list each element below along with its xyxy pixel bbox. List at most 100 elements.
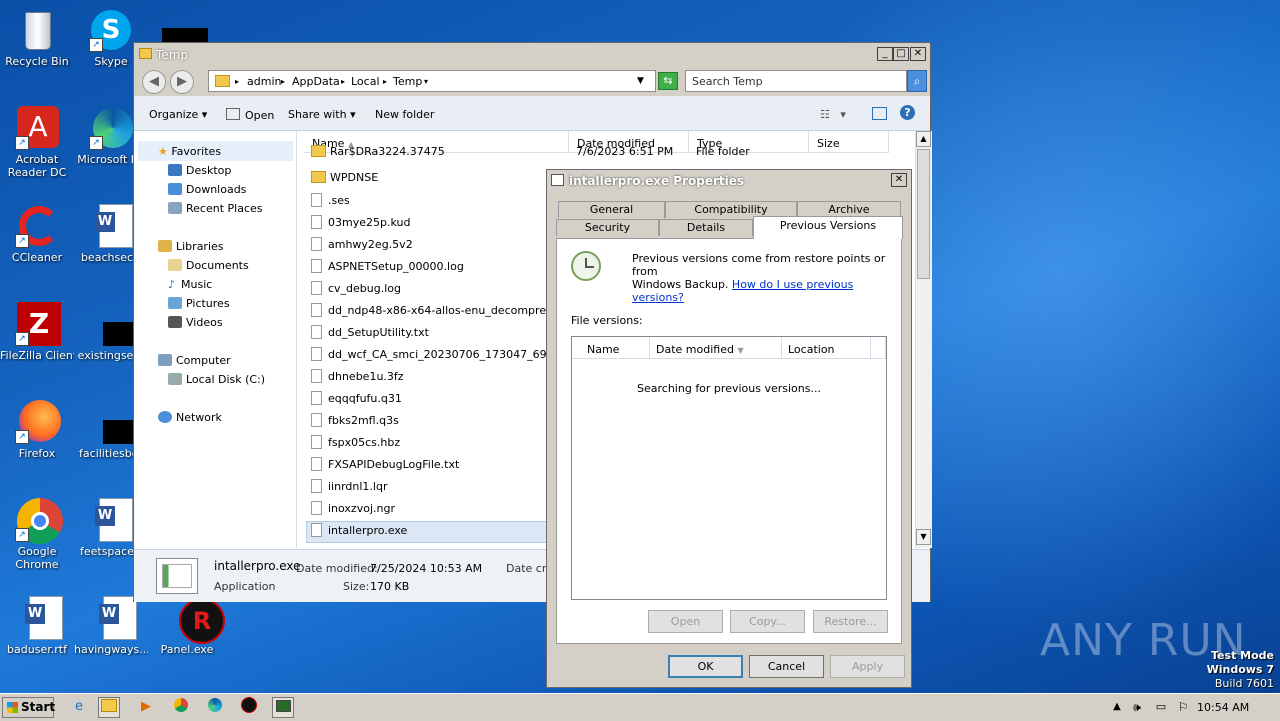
file-versions-list[interactable]: Name Date modified ▼ Location Searching … [571,336,887,600]
media-player-icon[interactable]: ▶ [135,697,157,718]
refresh-button[interactable]: ⇆ [658,72,678,90]
file-row[interactable]: amhwy2eg.5v2 [311,237,413,259]
apply-button[interactable]: Apply [830,655,905,678]
open-version-button[interactable]: Open [648,610,723,633]
file-row[interactable]: .ses [311,193,350,215]
file-row[interactable]: FXSAPIDebugLogFile.txt [311,457,459,479]
file-row[interactable]: inoxzvoj.ngr [311,501,395,523]
address-dropdown-icon[interactable]: ▼ [637,76,644,86]
column-header-size[interactable]: Size [809,131,889,153]
network-status-icon[interactable]: ▭ [1150,697,1172,718]
versions-column-name[interactable]: Name [572,337,650,359]
view-options-icon[interactable]: ☷ ▾ [820,108,846,121]
search-icon[interactable]: ⌕ [907,70,927,92]
nav-downloads[interactable]: Downloads [168,183,246,196]
open-button[interactable]: Open [226,108,274,122]
desktop-icon-acrobat[interactable]: A ↗ Acrobat Reader DC [0,106,74,179]
breadcrumb-separator[interactable]: ▸ [281,77,285,86]
breadcrumb-admin[interactable]: admin [247,75,281,88]
breadcrumb-separator[interactable]: ▸ [235,77,239,86]
breadcrumb-appdata[interactable]: AppData [292,75,340,88]
nav-pictures[interactable]: Pictures [168,297,230,310]
internet-explorer-icon[interactable]: e [68,697,90,718]
file-row[interactable]: WPDNSE [311,171,378,193]
scroll-up-button[interactable]: ▲ [916,131,931,147]
nav-favorites[interactable]: ★ Favorites [158,145,221,158]
ok-button[interactable]: OK [668,655,743,678]
nav-computer[interactable]: Computer [158,354,231,367]
copy-version-button[interactable]: Copy... [730,610,805,633]
desktop-icon-ccleaner[interactable]: ↗ CCleaner [0,204,74,264]
explorer-titlebar[interactable]: Temp _ □ ✕ [134,43,930,66]
restore-version-button[interactable]: Restore... [813,610,888,633]
desktop-icon-havingways[interactable]: W havingways... [74,596,148,656]
minimize-button[interactable]: _ [877,47,893,61]
tab-general[interactable]: General [558,201,665,218]
desktop-icon-filezilla[interactable]: Z ↗ FileZilla Client [0,302,74,362]
file-row[interactable]: dd_SetupUtility.txt [311,325,429,347]
file-row[interactable]: fspx05cs.hbz [311,435,400,457]
maximize-button[interactable]: □ [893,47,909,61]
file-row[interactable]: iinrdnl1.lqr [311,479,387,501]
edge-taskbar-icon[interactable] [204,697,226,718]
tab-previous-versions[interactable]: Previous Versions [753,216,903,239]
breadcrumb-separator[interactable]: ▸ [341,77,345,86]
tab-security[interactable]: Security [556,219,659,236]
file-list-scrollbar[interactable]: ▲ ▼ [915,131,932,548]
file-row[interactable]: dhnebe1u.3fz [311,369,404,391]
desktop-icon-firefox[interactable]: ↗ Firefox [0,400,74,460]
nav-libraries[interactable]: Libraries [158,240,224,253]
properties-taskbar-icon[interactable] [272,697,294,718]
show-hidden-icons-icon[interactable]: ▲ [1106,697,1128,718]
desktop-icon-baduser[interactable]: W baduser.rtf [0,596,74,656]
breadcrumb-temp[interactable]: Temp [393,75,422,88]
volume-icon[interactable]: 🕪 [1126,697,1148,718]
nav-desktop[interactable]: Desktop [168,164,231,177]
action-center-flag-icon[interactable]: ⚐ [1172,697,1194,718]
start-button[interactable]: Start [2,697,55,718]
preview-pane-icon[interactable] [872,107,887,120]
cancel-button[interactable]: Cancel [749,655,824,678]
file-row[interactable]: intallerpro.exe [311,523,407,545]
scroll-thumb[interactable] [917,149,930,279]
tab-details[interactable]: Details [659,219,753,236]
explorer-taskbar-icon[interactable] [98,697,120,718]
breadcrumb-separator[interactable]: ▾ [424,77,428,86]
taskbar-clock[interactable]: 10:54 AM [1197,701,1249,714]
new-folder-button[interactable]: New folder [375,108,434,121]
nav-local-disk[interactable]: Local Disk (C:) [168,373,265,386]
desktop-icon-panel-exe[interactable]: R Panel.exe [150,596,225,656]
share-with-button[interactable]: Share with ▾ [288,108,356,121]
properties-titlebar[interactable]: intallerpro.exe Properties ✕ [547,170,911,192]
search-input[interactable]: Search Temp [685,70,907,92]
desktop-icon-recycle-bin[interactable]: Recycle Bin [0,8,74,68]
nav-documents[interactable]: Documents [168,259,249,272]
scroll-down-button[interactable]: ▼ [916,529,931,545]
close-button[interactable]: ✕ [910,47,926,61]
help-icon[interactable]: ? [900,105,915,120]
back-button[interactable]: ◀ [142,70,166,94]
file-row[interactable]: Rar$DRa3224.37475 [311,145,445,167]
file-row[interactable]: ASPNETSetup_00000.log [311,259,464,281]
nav-network[interactable]: Network [158,411,222,424]
desktop-icon-chrome[interactable]: ↗ Google Chrome [0,498,74,571]
organize-button[interactable]: Organize ▾ [149,108,207,121]
breadcrumb-separator[interactable]: ▸ [383,77,387,86]
versions-column-location[interactable]: Location [782,337,871,359]
chrome-taskbar-icon[interactable] [170,697,192,718]
forward-button[interactable]: ▶ [170,70,194,94]
file-row[interactable]: fbks2mfl.q3s [311,413,399,435]
versions-column-date-modified[interactable]: Date modified ▼ [650,337,782,359]
redline-taskbar-icon[interactable] [238,697,260,718]
nav-videos[interactable]: Videos [168,316,223,329]
nav-music[interactable]: ♪ Music [168,278,212,291]
file-row[interactable]: dd_ndp48-x86-x64-allos-enu_decompression [311,303,574,325]
file-row[interactable]: eqqqfufu.q31 [311,391,402,413]
breadcrumb-local[interactable]: Local [351,75,380,88]
address-bar[interactable]: ▸ admin ▸ AppData ▸ Local ▸ Temp ▾ ▼ [208,70,656,92]
nav-recent-places[interactable]: Recent Places [168,202,263,215]
file-row[interactable]: 03mye25p.kud [311,215,410,237]
file-row[interactable]: cv_debug.log [311,281,401,303]
file-row[interactable]: dd_wcf_CA_smci_20230706_173047_693.tx [311,347,568,369]
properties-close-button[interactable]: ✕ [891,173,907,187]
